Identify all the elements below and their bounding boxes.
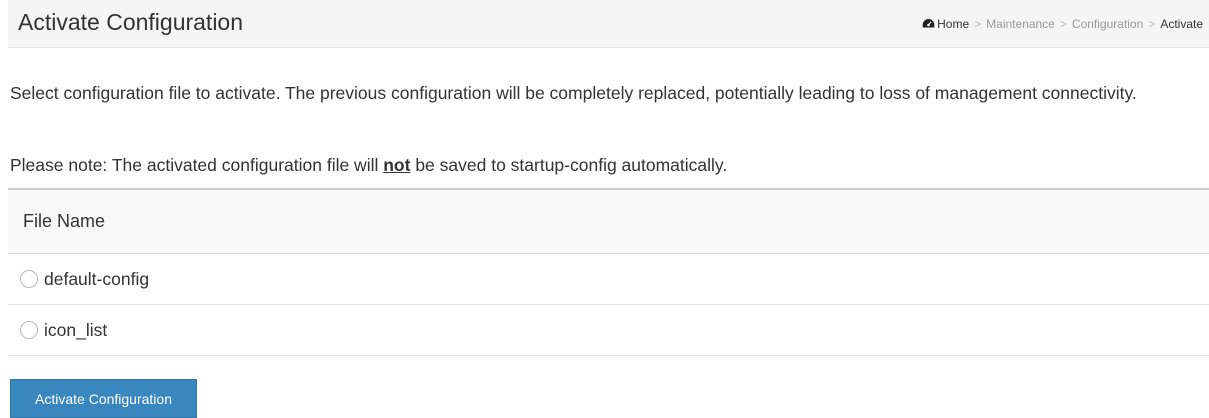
file-table: File Name default-config icon_list bbox=[8, 188, 1209, 356]
breadcrumb-home-link[interactable]: Home bbox=[937, 17, 969, 31]
breadcrumb-separator: > bbox=[1059, 17, 1067, 31]
note-prefix: Please note: The activated configuration… bbox=[10, 155, 384, 175]
note-suffix: be saved to startup-config automatically… bbox=[410, 155, 728, 175]
breadcrumb-separator: > bbox=[1148, 17, 1156, 31]
table-row-default-config[interactable]: default-config bbox=[8, 254, 1209, 305]
file-name-column-header: File Name bbox=[8, 190, 1209, 254]
breadcrumb-maintenance: Maintenance bbox=[986, 17, 1055, 31]
breadcrumb-separator: > bbox=[974, 17, 982, 31]
file-name-header-label: File Name bbox=[23, 211, 106, 231]
breadcrumb-current: Activate bbox=[1160, 17, 1203, 31]
breadcrumb-configuration: Configuration bbox=[1071, 17, 1144, 31]
note-text: Please note: The activated configuration… bbox=[10, 150, 727, 180]
file-name-label: default-config bbox=[44, 268, 150, 289]
table-row-icon-list[interactable]: icon_list bbox=[8, 305, 1209, 356]
note-emphasis: not bbox=[383, 155, 411, 175]
page-title: Activate Configuration bbox=[18, 9, 244, 35]
activate-configuration-button[interactable]: Activate Configuration bbox=[10, 379, 197, 418]
breadcrumb: Home > Maintenance > Configuration > Activate bbox=[922, 17, 1203, 31]
description-text: Select configuration file to activate. T… bbox=[10, 83, 1137, 103]
radio-button-icon[interactable] bbox=[20, 321, 38, 339]
home-icon[interactable] bbox=[922, 18, 935, 29]
page-header: Activate Configuration Home > Maintenance >… bbox=[8, 0, 1209, 48]
radio-button-icon[interactable] bbox=[20, 270, 38, 288]
file-name-label: icon_list bbox=[44, 319, 108, 340]
